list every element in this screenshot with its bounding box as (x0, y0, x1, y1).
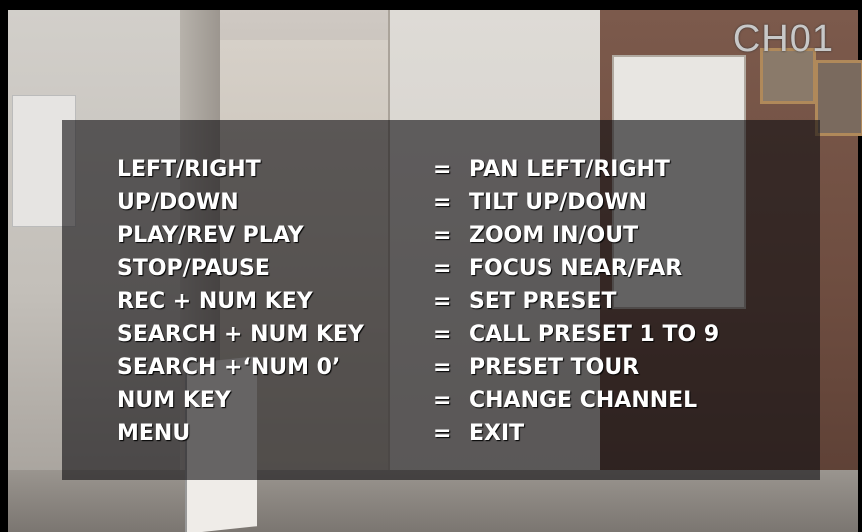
osd-equals: = (433, 223, 452, 248)
osd-action: TILT UP/DOWN (469, 190, 647, 215)
osd-equals: = (433, 355, 452, 380)
osd-action: CALL PRESET 1 TO 9 (469, 322, 720, 347)
osd-row: PLAY/REV PLAY = ZOOM IN/OUT (62, 219, 820, 253)
osd-equals: = (433, 322, 452, 347)
osd-row: LEFT/RIGHT = PAN LEFT/RIGHT (62, 153, 820, 187)
ptz-help-overlay: LEFT/RIGHT = PAN LEFT/RIGHT UP/DOWN = TI… (62, 120, 820, 480)
osd-row: NUM KEY = CHANGE CHANNEL (62, 384, 820, 418)
osd-key: STOP/PAUSE (117, 256, 270, 281)
osd-key: SEARCH +‘NUM 0’ (117, 355, 341, 380)
osd-equals: = (433, 190, 452, 215)
osd-equals: = (433, 289, 452, 314)
osd-action: PAN LEFT/RIGHT (469, 157, 670, 182)
osd-action: SET PRESET (469, 289, 617, 314)
osd-key: UP/DOWN (117, 190, 239, 215)
osd-key: NUM KEY (117, 388, 231, 413)
osd-row: SEARCH + NUM KEY = CALL PRESET 1 TO 9 (62, 318, 820, 352)
frame-border-top (0, 0, 862, 10)
osd-equals: = (433, 421, 452, 446)
osd-row: SEARCH +‘NUM 0’ = PRESET TOUR (62, 351, 820, 385)
osd-equals: = (433, 388, 452, 413)
osd-key: SEARCH + NUM KEY (117, 322, 364, 347)
frame-border-left (0, 0, 8, 532)
osd-action: ZOOM IN/OUT (469, 223, 639, 248)
picture-frame (815, 60, 862, 136)
osd-row: MENU = EXIT (62, 417, 820, 451)
osd-row: REC + NUM KEY = SET PRESET (62, 285, 820, 319)
osd-action: PRESET TOUR (469, 355, 640, 380)
camera-screen: CH01 LEFT/RIGHT = PAN LEFT/RIGHT UP/DOWN… (0, 0, 862, 532)
osd-equals: = (433, 256, 452, 281)
osd-row: STOP/PAUSE = FOCUS NEAR/FAR (62, 252, 820, 286)
osd-key: REC + NUM KEY (117, 289, 313, 314)
osd-key: MENU (117, 421, 191, 446)
osd-action: FOCUS NEAR/FAR (469, 256, 683, 281)
osd-row: UP/DOWN = TILT UP/DOWN (62, 186, 820, 220)
osd-key: PLAY/REV PLAY (117, 223, 304, 248)
osd-equals: = (433, 157, 452, 182)
osd-key: LEFT/RIGHT (117, 157, 261, 182)
osd-action: CHANGE CHANNEL (469, 388, 698, 413)
osd-action: EXIT (469, 421, 525, 446)
channel-label: CH01 (732, 18, 834, 60)
